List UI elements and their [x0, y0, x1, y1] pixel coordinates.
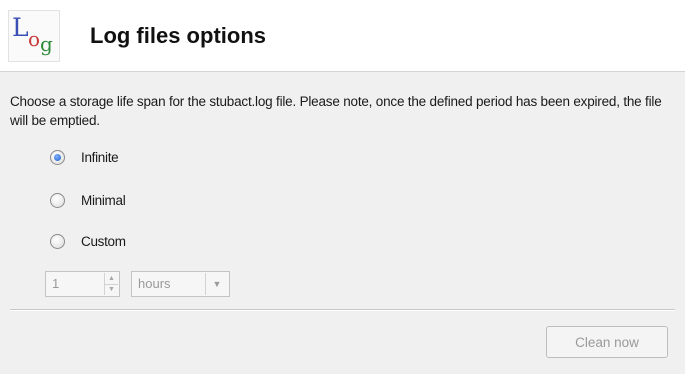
description-text: Choose a storage life span for the stuba…: [10, 94, 662, 128]
chevron-down-icon[interactable]: ▼: [205, 273, 228, 295]
log-files-options-dialog: L o g Log files options Choose a storage…: [0, 0, 685, 374]
custom-unit-select[interactable]: hours ▼: [131, 271, 230, 297]
stepper-up-icon[interactable]: ▲: [105, 273, 118, 284]
option-minimal-label: Minimal: [81, 192, 126, 208]
stepper-down-icon[interactable]: ▼: [105, 283, 118, 296]
logo-letter-l: L: [12, 13, 29, 42]
radio-custom[interactable]: [50, 233, 65, 249]
dialog-header: L o g Log files options: [0, 0, 685, 72]
logo-letter-o: o: [28, 27, 41, 51]
option-infinite[interactable]: Infinite: [50, 146, 119, 168]
stepper-buttons: ▲ ▼: [104, 273, 118, 295]
option-minimal[interactable]: Minimal: [50, 189, 126, 211]
divider: [10, 309, 675, 311]
option-custom[interactable]: Custom: [50, 230, 126, 252]
logo-letter-g: g: [40, 32, 53, 56]
custom-unit-value: hours: [138, 276, 171, 291]
option-infinite-label: Infinite: [81, 149, 119, 165]
option-custom-label: Custom: [81, 233, 126, 249]
clean-now-button[interactable]: Clean now: [546, 326, 668, 358]
log-logo-icon: L o g: [8, 10, 60, 62]
page-title: Log files options: [90, 23, 266, 48]
custom-amount-stepper[interactable]: 1 ▲ ▼: [45, 271, 120, 297]
custom-amount-value: 1: [52, 276, 60, 291]
radio-minimal[interactable]: [50, 192, 65, 208]
radio-infinite[interactable]: [50, 149, 65, 165]
